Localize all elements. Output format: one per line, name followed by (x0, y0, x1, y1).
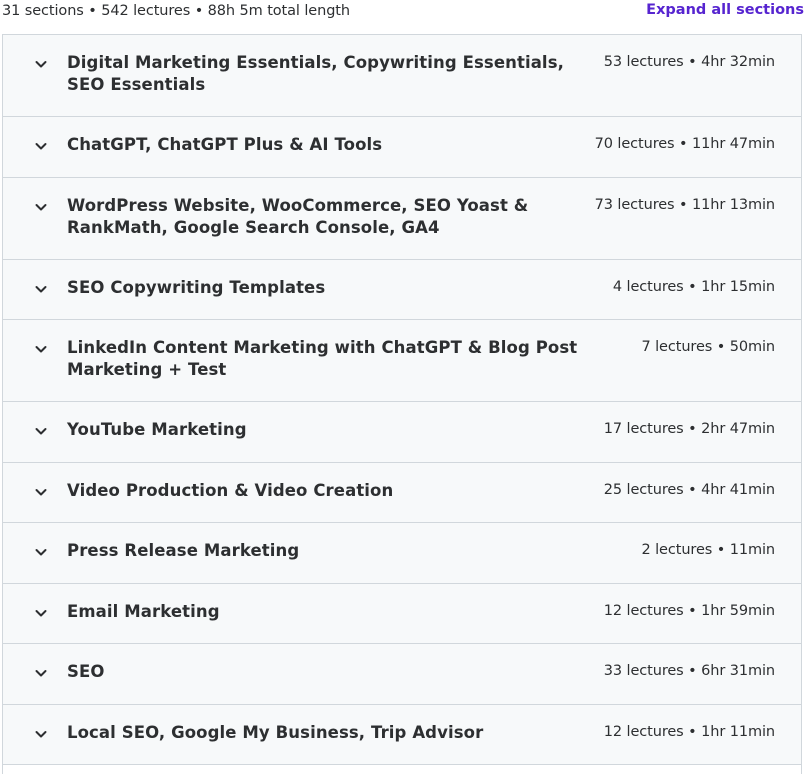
section-title: WordPress Website, WooCommerce, SEO Yoas… (67, 195, 529, 237)
section-panel[interactable]: YouTube Marketing 17 lectures • 2hr 47mi… (3, 402, 801, 463)
section-title: SEO (67, 662, 105, 681)
section-title: ChatGPT, ChatGPT Plus & AI Tools (67, 135, 383, 154)
chevron-down-icon (33, 341, 49, 357)
chevron-down-icon (33, 726, 49, 742)
section-title: Local SEO, Google My Business, Trip Advi… (67, 722, 484, 742)
section-panel[interactable]: ChatGPT, ChatGPT Plus & AI Tools 70 lect… (3, 117, 801, 178)
section-title: Press Release Marketing (67, 541, 300, 560)
section-title: YouTube Marketing (67, 420, 247, 439)
expand-all-sections-button[interactable]: Expand all sections (646, 2, 804, 18)
section-lecture-count: 53 lectures • 4hr 32min (603, 54, 775, 70)
chevron-down-icon (33, 138, 49, 154)
chevron-down-icon (33, 281, 49, 297)
section-lecture-count: 33 lectures • 6hr 31min (603, 663, 775, 679)
section-title: SEO Copywriting Templates (67, 277, 326, 297)
section-panel[interactable]: Press Release Marketing 2 lectures • 11m… (3, 523, 801, 584)
section-title: Email Marketing (67, 601, 220, 621)
section-panel[interactable]: SEO 33 lectures • 6hr 31min (3, 644, 801, 705)
curriculum-header: 31 sections • 542 lectures • 88h 5m tota… (0, 0, 804, 24)
section-panel[interactable]: LinkedIn Content Marketing with ChatGPT … (3, 320, 801, 402)
section-panel[interactable]: Digital Marketing Essentials, Copywritin… (3, 35, 801, 117)
section-lecture-count: 17 lectures • 2hr 47min (603, 421, 775, 437)
section-title: Digital Marketing Essentials, Copywritin… (67, 53, 564, 94)
chevron-down-icon (33, 56, 49, 72)
section-lecture-count: 12 lectures • 1hr 59min (603, 602, 775, 619)
section-lecture-count: 70 lectures • 11hr 47min (594, 136, 775, 152)
section-title: Video Production & Video Creation (67, 480, 394, 500)
section-panel[interactable]: Email Marketing 12 lectures • 1hr 59min (3, 583, 801, 644)
course-summary: 31 sections • 542 lectures • 88h 5m tota… (2, 3, 350, 19)
chevron-down-icon (33, 484, 49, 500)
section-lecture-count: 4 lectures • 1hr 15min (612, 278, 775, 295)
curriculum-sections-list: Digital Marketing Essentials, Copywritin… (2, 34, 802, 774)
chevron-down-icon (33, 605, 49, 621)
chevron-down-icon (33, 423, 49, 439)
section-panel[interactable]: Local SEO, Google My Business, Trip Advi… (3, 704, 801, 765)
section-lecture-count: 73 lectures • 11hr 13min (594, 196, 775, 213)
chevron-down-icon (33, 199, 49, 215)
section-lecture-count: 7 lectures • 50min (641, 339, 775, 355)
section-panel[interactable]: Video Production & Video Creation 25 lec… (3, 462, 801, 523)
section-panel[interactable]: SEO Copywriting Templates 4 lectures • 1… (3, 259, 801, 320)
section-lecture-count: 12 lectures • 1hr 11min (603, 723, 775, 740)
section-panel[interactable]: WordPress Website, WooCommerce, SEO Yoas… (3, 177, 801, 260)
chevron-down-icon (33, 665, 49, 681)
section-lecture-count: 2 lectures • 11min (641, 542, 775, 558)
chevron-down-icon (33, 544, 49, 560)
section-lecture-count: 25 lectures • 4hr 41min (603, 481, 775, 498)
section-title: LinkedIn Content Marketing with ChatGPT … (67, 338, 578, 379)
